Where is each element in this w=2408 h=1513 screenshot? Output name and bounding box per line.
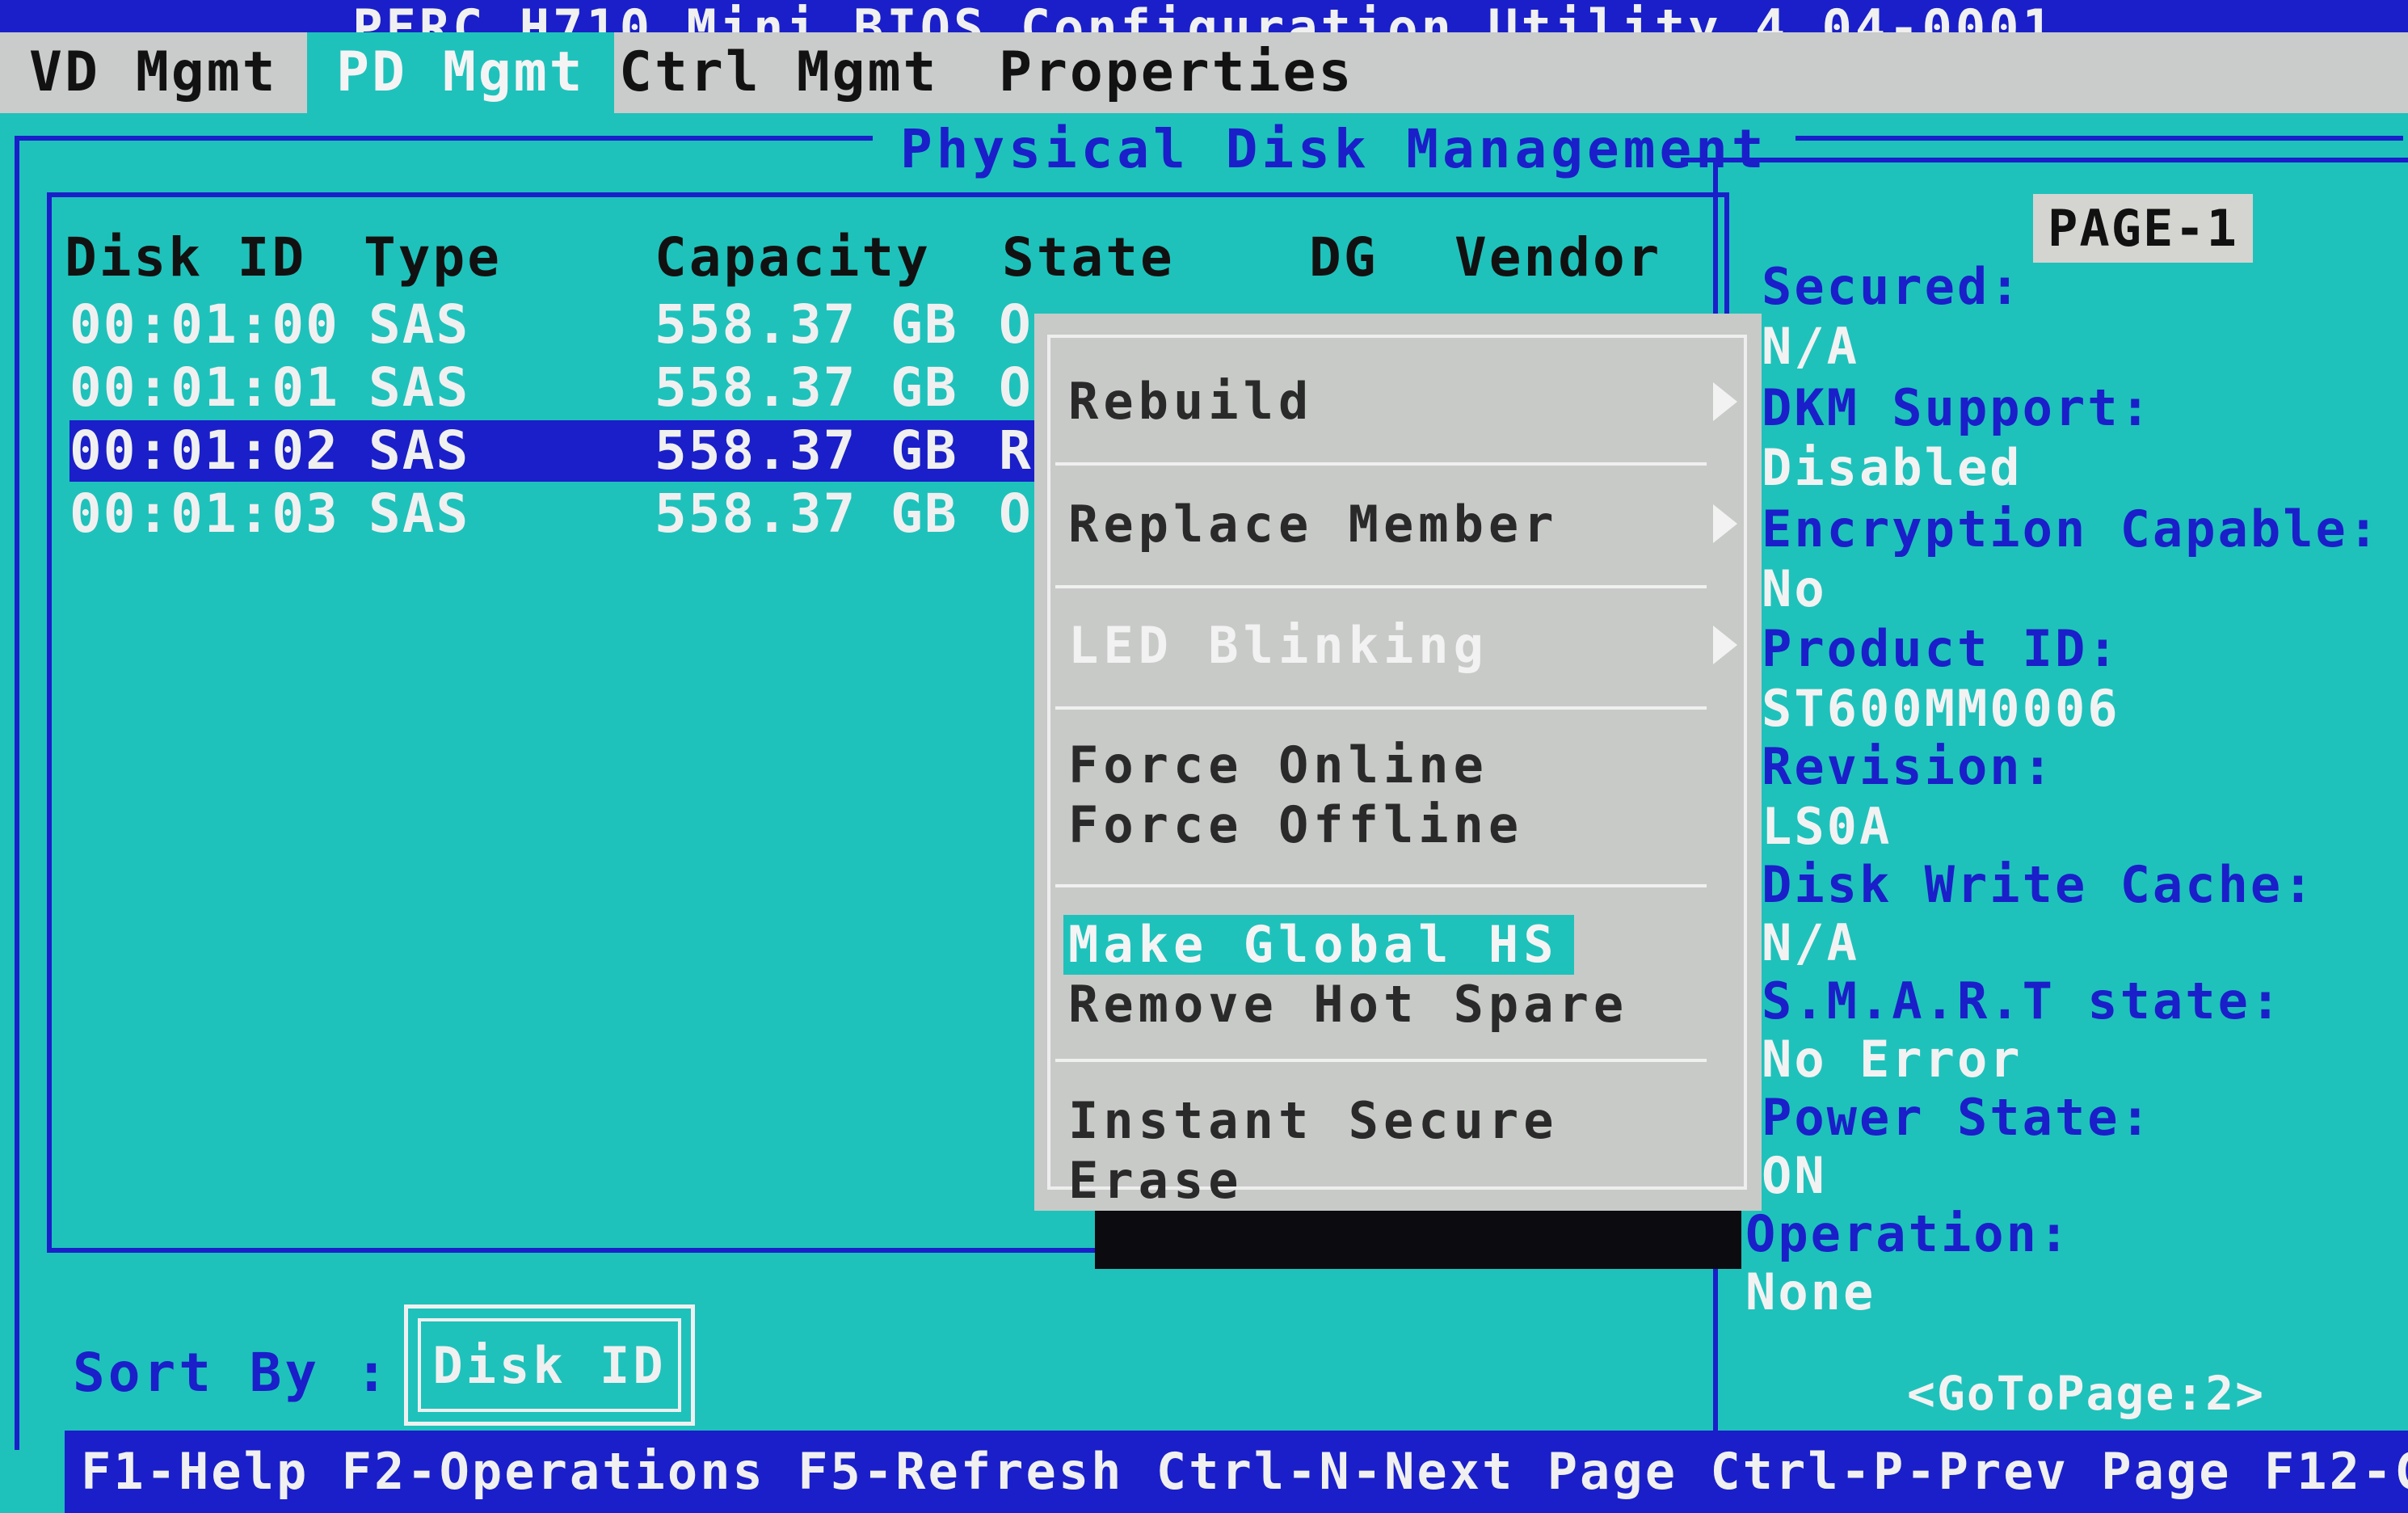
disk-type: SAS [368,483,470,545]
column-header-capacity: Capacity [655,226,931,289]
table-row-selected[interactable]: 00:01:02 SAS 558.37 GB R [69,420,1039,482]
info-label-revision: Revision: [1762,737,2055,796]
page-indicator: PAGE-1 [2033,194,2253,263]
menu-item-replace-member[interactable]: Replace Member [1063,495,1564,554]
menu-separator [1055,1059,1707,1062]
menu-item-label: Instant Secure Erase [1068,1091,1559,1210]
menu-item-label: Force Offline [1068,795,1524,854]
info-label-power-state: Power State: [1762,1088,2153,1147]
disk-type: SAS [368,356,470,419]
table-row[interactable]: 00:01:01 SAS 558.37 GB O [69,357,1039,419]
info-label-encryption-capable: Encryption Capable: [1762,499,2381,558]
disk-capacity: 558.37 GB [655,483,958,545]
info-label-secured: Secured: [1762,257,2023,316]
menu-item-force-offline[interactable]: Force Offline [1063,795,1528,855]
bios-screen: PERC H710 Mini BIOS Configuration Utilit… [0,0,2408,1513]
info-value-revision: LS0A [1762,797,1892,856]
info-label-operation: Operation: [1745,1204,2072,1263]
menu-separator [1055,462,1707,466]
disk-capacity: 558.37 GB [655,419,958,482]
info-value-dkm-support: Disabled [1762,438,2023,497]
tab-vd-mgmt[interactable]: VD Mgmt [0,32,307,113]
info-panel-border [1681,158,2408,162]
table-row[interactable]: 00:01:03 SAS 558.37 GB O [69,483,1039,545]
menu-separator [1055,585,1707,588]
sort-by-label: Sort By : [73,1342,391,1404]
disk-capacity: 558.37 GB [655,356,958,419]
menu-item-remove-hot-spare[interactable]: Remove Hot Spare [1063,975,1633,1035]
disk-state: O [999,356,1033,419]
menu-bar: VD Mgmt PD Mgmt Ctrl Mgmt Properties [0,32,2408,113]
menu-item-label: LED Blinking [1068,616,1488,675]
disk-id: 00:01:02 [69,419,339,482]
info-value-operation: None [1745,1262,1876,1321]
disk-id: 00:01:01 [69,356,339,419]
column-header-dg: DG [1309,226,1379,289]
goto-page-link[interactable]: <GoToPage:2> [1907,1366,2265,1421]
status-bar-hotkeys: F1-Help F2-Operations F5-Refresh Ctrl-N-… [65,1431,2408,1513]
sort-by-border: Disk ID [418,1318,681,1412]
disk-type: SAS [368,419,470,482]
disk-state: O [999,483,1033,545]
operations-popup-menu: Rebuild Replace Member LED Blinking Forc… [1034,314,1762,1211]
disk-id: 00:01:00 [69,293,339,356]
column-header-type: Type [364,226,502,289]
column-header-disk-id: Disk ID [65,226,307,289]
menu-item-instant-secure-erase[interactable]: Instant Secure Erase [1063,1091,1762,1210]
tab-ctrl-mgmt[interactable]: Ctrl Mgmt [590,32,967,113]
menu-item-label: Force Online [1068,735,1488,794]
sort-by-value: Disk ID [432,1336,667,1395]
info-value-disk-write-cache: N/A [1762,913,1859,972]
tab-properties[interactable]: Properties [970,32,1383,113]
info-label-dkm-support: DKM Support: [1762,378,2153,437]
disk-capacity: 558.37 GB [655,293,958,356]
table-row[interactable]: 00:01:00 SAS 558.37 GB O [69,294,1039,356]
disk-type: SAS [368,293,470,356]
menu-separator [1055,884,1707,887]
info-value-power-state: ON [1762,1146,1827,1205]
info-label-disk-write-cache: Disk Write Cache: [1762,855,2316,914]
submenu-arrow-icon [1713,626,1737,664]
column-header-state: State [1002,226,1175,289]
menu-separator [1055,706,1707,710]
menu-item-label: Replace Member [1068,495,1559,554]
info-value-smart-state: No Error [1762,1030,2023,1089]
info-value-encryption-capable: No [1762,559,1827,618]
sort-by-button[interactable]: Disk ID [404,1304,695,1426]
menu-item-force-online[interactable]: Force Online [1063,735,1493,795]
info-label-product-id: Product ID: [1762,619,2120,678]
section-title: Physical Disk Management [873,113,1795,186]
menu-item-label: Remove Hot Spare [1068,975,1629,1034]
menu-item-label: Rebuild [1068,372,1314,431]
info-value-product-id: ST600MM0006 [1762,679,2120,738]
info-label-smart-state: S.M.A.R.T state: [1762,971,2284,1030]
menu-item-make-global-hs[interactable]: Make Global HS [1063,915,1574,975]
column-header-vendor: Vendor [1454,226,1662,289]
info-value-secured: N/A [1762,317,1859,376]
submenu-arrow-icon [1713,382,1737,421]
tab-pd-mgmt[interactable]: PD Mgmt [307,32,614,113]
submenu-arrow-icon [1713,504,1737,543]
menu-item-led-blinking[interactable]: LED Blinking [1063,616,1493,676]
disk-id: 00:01:03 [69,483,339,545]
disk-state: R [999,419,1033,482]
disk-state: O [999,293,1033,356]
menu-item-label: Make Global HS [1068,915,1559,974]
menu-item-rebuild[interactable]: Rebuild [1063,372,1318,432]
